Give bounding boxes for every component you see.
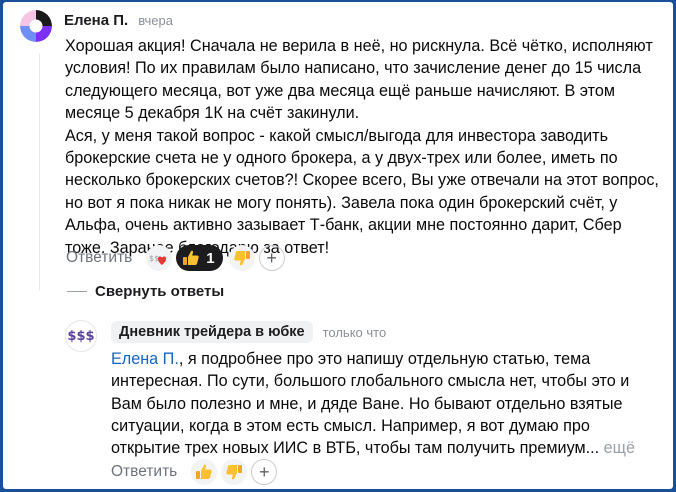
- reply-time: только что: [322, 324, 387, 340]
- reply-reaction-thumbs-down[interactable]: [221, 459, 248, 485]
- more-link[interactable]: ещё: [604, 439, 635, 457]
- comment-actions: Ответить $$ 1 +: [66, 245, 285, 271]
- comment-paragraph: Ася, у меня такой вопрос - какой смысл/в…: [65, 126, 659, 257]
- reply-reply-button[interactable]: Ответить: [111, 463, 177, 481]
- svg-text:$$: $$: [149, 254, 159, 263]
- thumbs-up-icon: [196, 464, 212, 479]
- collapse-replies-button[interactable]: Свернуть ответы: [67, 283, 224, 300]
- reaction-thumbs-down[interactable]: [228, 245, 255, 271]
- thumbs-up-icon: [183, 250, 199, 265]
- reply-avatar[interactable]: $$$: [65, 320, 97, 352]
- comment-time: вчера: [138, 13, 173, 28]
- reply-author-name[interactable]: Дневник трейдера в юбке: [111, 321, 313, 343]
- dollar-logo-icon: $$$: [67, 328, 95, 344]
- author-name[interactable]: Елена П.: [64, 12, 128, 29]
- mention-link[interactable]: Елена П.: [111, 350, 179, 368]
- reply-add-reaction-button[interactable]: +: [251, 459, 278, 485]
- comments-panel: Елена П. вчера Хорошая акция! Сначала не…: [3, 2, 673, 489]
- add-reaction-button[interactable]: +: [258, 245, 285, 271]
- comment-header: Елена П. вчера: [64, 12, 173, 29]
- comment-body: Хорошая акция! Сначала не верила в неё, …: [65, 35, 665, 259]
- reply-body: Елена П., я подробнее про это напишу отд…: [111, 348, 641, 459]
- thumbs-down-icon: [226, 465, 243, 480]
- avatar[interactable]: [20, 10, 52, 42]
- reaction-money-heart[interactable]: $$: [146, 245, 173, 271]
- reply-text: , я подробнее про это напишу отдельную с…: [111, 350, 630, 458]
- reply-button[interactable]: Ответить: [66, 249, 132, 267]
- comment-paragraph: Хорошая акция! Сначала не верила в неё, …: [65, 37, 653, 123]
- money-heart-icon: $$: [149, 254, 167, 265]
- reply-header: Дневник трейдера в юбке только что: [111, 321, 386, 343]
- thumbs-down-icon: [233, 251, 250, 266]
- like-count: 1: [206, 249, 215, 267]
- plus-icon: +: [266, 248, 277, 268]
- avatar-image: [20, 10, 52, 42]
- collapse-replies-label: Свернуть ответы: [95, 283, 225, 300]
- reaction-thumbs-up-active[interactable]: 1: [176, 245, 223, 271]
- dash-divider: [67, 291, 87, 292]
- reply-actions: Ответить +: [111, 459, 278, 485]
- plus-icon: +: [259, 462, 270, 482]
- reply-reaction-thumbs-up[interactable]: [191, 459, 218, 485]
- thread-line: [39, 54, 40, 290]
